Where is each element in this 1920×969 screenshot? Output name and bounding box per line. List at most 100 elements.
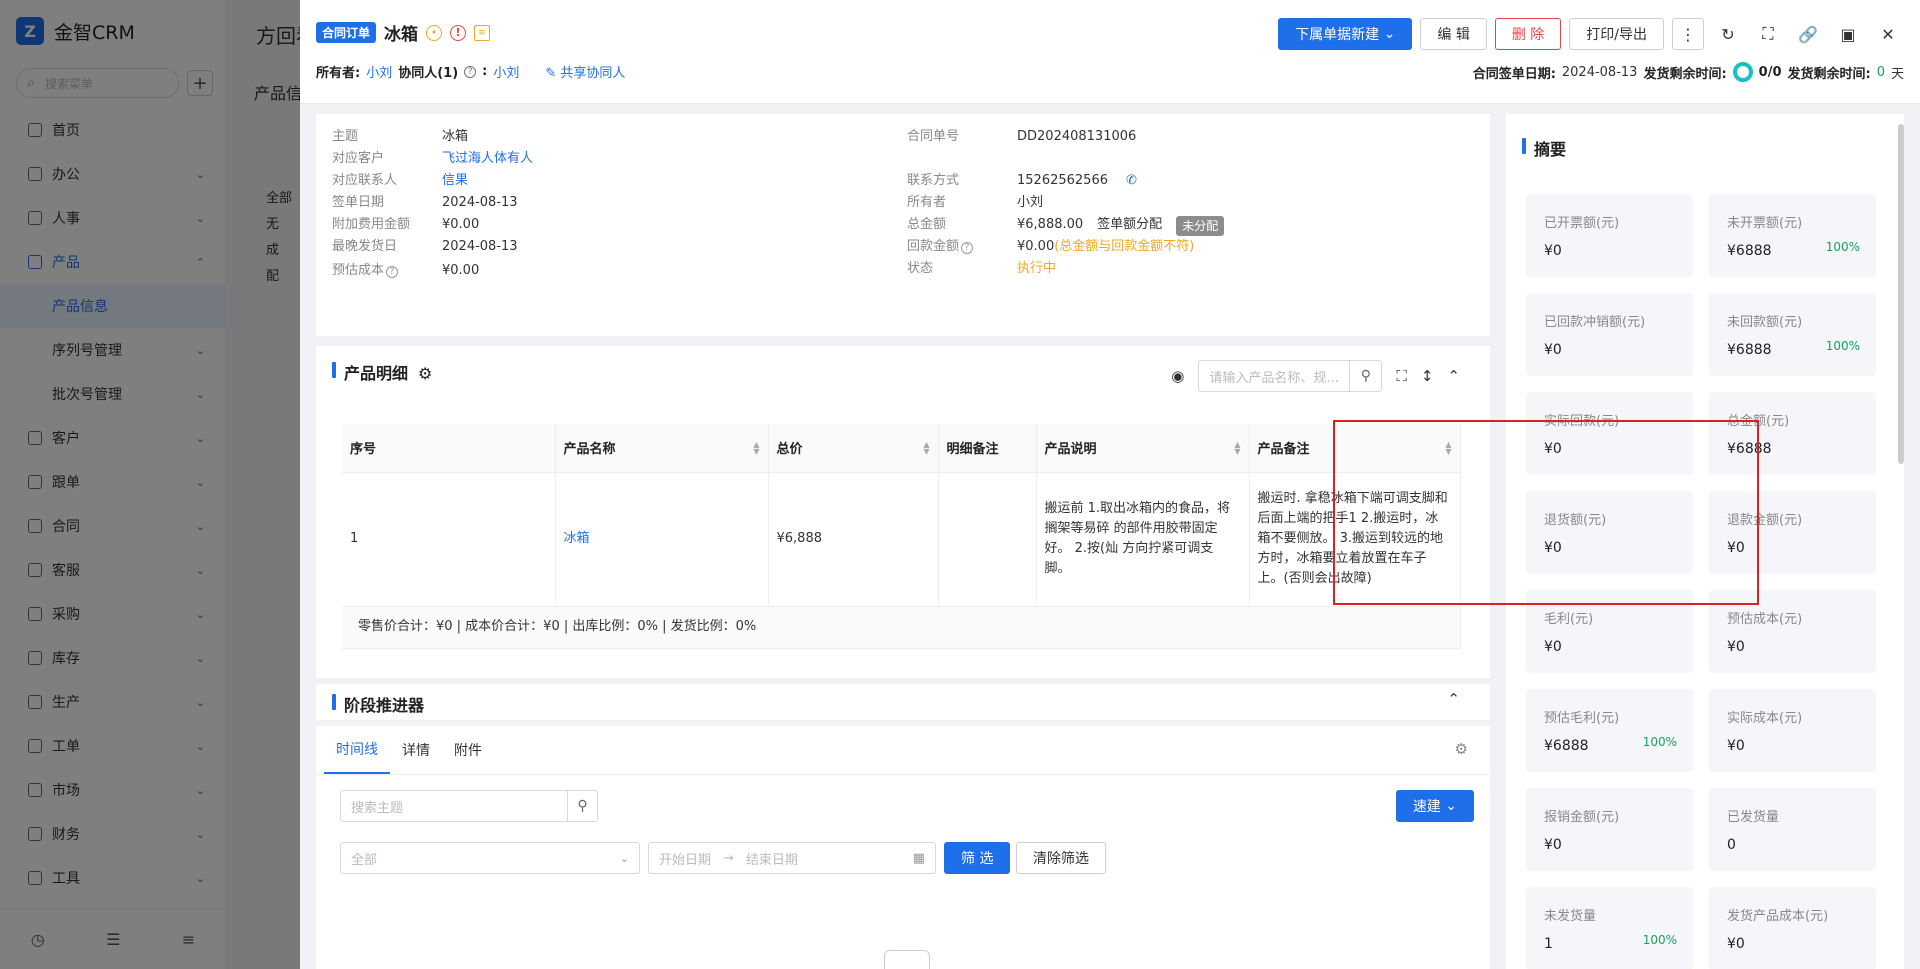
filter-button[interactable]: 筛 选: [944, 842, 1011, 874]
basic-info-card: 主题 冰箱 对应客户 飞过海人体有人 对应联系人 信果 签单日期 2024-08-13 …: [316, 114, 1490, 336]
column-header: 明细备注: [938, 424, 1037, 473]
sort-icon[interactable]: ▲ ▼: [923, 441, 929, 456]
row-no: 1: [342, 472, 556, 607]
tab-attachments[interactable]: 附件: [442, 726, 494, 774]
row-height-icon[interactable]: ↕: [1421, 367, 1434, 385]
sign-date-value: 2024-08-13: [1561, 64, 1638, 80]
stage-card: 阶段推进器 ⌃: [316, 684, 1490, 720]
scrollbar[interactable]: [1898, 124, 1904, 464]
sort-icon[interactable]: ▲ ▼: [1234, 441, 1240, 456]
summary-item: 毛利(元) ¥0: [1526, 590, 1693, 673]
summary-item: 预估毛利(元) ¥6888 100%: [1526, 689, 1693, 772]
refresh-icon[interactable]: ↻: [1712, 18, 1744, 50]
chevron-down-icon: ⌄: [619, 851, 629, 865]
collapse-up-icon[interactable]: ⌃: [1447, 367, 1460, 385]
row-total: ¥6,888: [768, 472, 939, 607]
link-icon[interactable]: 🔗: [1792, 18, 1824, 50]
tab-details[interactable]: 详情: [390, 726, 442, 774]
clear-filter-button[interactable]: 清除筛选: [1016, 842, 1106, 874]
summary-item: 已回款冲销额(元) ¥0: [1526, 293, 1693, 376]
ship-progress-ring-icon: [1732, 62, 1753, 82]
new-sub-document-button[interactable]: 下属单据新建 ⌄: [1278, 18, 1413, 50]
summary-item: 报销金额(元) ¥0: [1526, 788, 1693, 871]
summary-item: 退货额(元) ¥0: [1526, 491, 1693, 574]
collab-link[interactable]: 小刘: [493, 62, 519, 81]
column-header[interactable]: 总价 ▲ ▼: [768, 424, 939, 473]
empty-box-icon: [884, 950, 930, 969]
paid-warning: (总金额与回款金额不符): [1054, 239, 1195, 254]
column-header: 序号: [342, 424, 556, 473]
alloc-label: 签单额分配: [1097, 217, 1163, 232]
type-select[interactable]: 全部 ⌄: [340, 842, 640, 874]
owner-link[interactable]: 小刘: [366, 62, 392, 81]
collab-label: 协同人(1): [398, 66, 459, 81]
product-table: 序号 产品名称 ▲ ▼ 总价 ▲ ▼ 明细备注 产品说明 ▲ ▼ 产品备注 ▲ ▼ 1 冰箱 ¥…: [342, 424, 1461, 649]
page-title: 冰箱: [384, 25, 419, 45]
help-icon[interactable]: ?: [961, 242, 974, 254]
edit-button[interactable]: 编 辑: [1420, 18, 1487, 50]
dock-icon[interactable]: ▣: [1832, 18, 1864, 50]
flag-icon[interactable]: •: [426, 24, 443, 41]
contract-no: DD202408131006: [1017, 129, 1137, 144]
summary-item: 未开票额(元) ¥6888 100%: [1709, 194, 1876, 277]
search-icon[interactable]: ⚲: [567, 791, 597, 821]
contact-link[interactable]: 信果: [442, 172, 468, 190]
sort-icon[interactable]: ▲ ▼: [753, 441, 759, 456]
total-amount: ¥6,888.00: [1017, 217, 1084, 232]
tab-timeline[interactable]: 时间线: [324, 726, 390, 774]
summary-item: 总金额(元) ¥6888: [1709, 392, 1876, 475]
sign-date: 2024-08-13: [442, 195, 518, 210]
gear-icon[interactable]: ⚙: [418, 364, 432, 383]
status-badge[interactable]: 未分配: [1176, 216, 1225, 236]
search-icon[interactable]: ⚲: [1349, 361, 1381, 391]
arrow-right-icon: →: [723, 850, 734, 866]
ship-progress: 0/0: [1758, 64, 1782, 80]
table-summary-row: 零售价合计：¥0 | 成本价合计：¥0 | 出库比例：0% | 发货比例：0%: [342, 606, 1461, 649]
product-search-input[interactable]: 请输入产品名称、规... ⚲: [1198, 360, 1383, 392]
customer-link[interactable]: 飞过海人体有人: [442, 150, 533, 168]
print-export-button[interactable]: 打印/导出: [1569, 18, 1664, 50]
delete-button[interactable]: 删 除: [1494, 18, 1562, 50]
summary-item: 未发货量 1 100%: [1526, 887, 1693, 969]
column-header[interactable]: 产品备注 ▲ ▼: [1249, 424, 1461, 473]
fullscreen-icon[interactable]: ⛶: [1752, 18, 1784, 50]
gear-icon[interactable]: ⚙: [1455, 740, 1468, 758]
phone-icon[interactable]: ✆: [1126, 172, 1137, 190]
summary-item: 实际回款(元) ¥0: [1526, 392, 1693, 475]
close-icon[interactable]: ✕: [1872, 18, 1904, 50]
section-title: 摘要: [1522, 136, 1566, 160]
more-icon[interactable]: ⋮: [1672, 18, 1704, 50]
product-name-link[interactable]: 冰箱: [555, 472, 769, 607]
latest-ship-date: 2024-08-13: [442, 239, 518, 254]
owner-label: 所有者:: [316, 66, 361, 81]
money-icon[interactable]: ◉: [1171, 367, 1184, 385]
order-detail-drawer: 合同订单 冰箱 • ! ≡ 所有者: 小刘 协同人(1) ? : 小刘 ✎ 共享…: [300, 0, 1920, 969]
ship-remain-unit: 天: [1890, 66, 1904, 82]
column-header[interactable]: 产品名称 ▲ ▼: [555, 424, 769, 473]
summary-item: 未回款额(元) ¥6888 100%: [1709, 293, 1876, 376]
quick-create-button[interactable]: 速建 ⌄: [1395, 790, 1474, 822]
summary-text: 零售价合计：¥0 | 成本价合计：¥0 | 出库比例：0% | 发货比例：0%: [342, 606, 1461, 649]
help-icon[interactable]: ?: [464, 65, 477, 78]
date-range-picker[interactable]: 开始日期 → 结束日期 ▦: [648, 842, 936, 874]
sort-icon[interactable]: ▲ ▼: [1445, 441, 1451, 456]
timeline-search-input[interactable]: 搜索主题 ⚲: [340, 790, 598, 822]
chevron-down-icon: ⌄: [1445, 798, 1457, 814]
extra-fee: ¥0.00: [442, 217, 480, 232]
help-icon[interactable]: ?: [386, 266, 399, 278]
summary-item: 实际成本(元) ¥0: [1709, 689, 1876, 772]
summary-card: 摘要 已开票额(元) ¥0 未开票额(元) ¥6888 100% 已回款冲销额(元) ¥…: [1506, 114, 1904, 969]
status-value: 执行中: [1017, 261, 1057, 276]
timeline-card: 时间线 详情 附件 ⚙ 搜索主题 ⚲ 速建 ⌄ 全部 ⌄ 开始日期 → 结束日期 …: [316, 726, 1490, 969]
document-icon[interactable]: ≡: [474, 24, 491, 41]
summary-grid: 已开票额(元) ¥0 未开票额(元) ¥6888 100% 已回款冲销额(元) ¥0 未…: [1526, 194, 1888, 969]
est-cost: ¥0.00: [442, 263, 480, 278]
column-header[interactable]: 产品说明 ▲ ▼: [1036, 424, 1250, 473]
fullscreen-icon[interactable]: ⛶: [1396, 367, 1407, 385]
alert-icon[interactable]: !: [450, 24, 467, 41]
row-note: 搬运时. 拿稳冰箱下端可调支脚和后面上端的把手1 2.搬运时，冰箱不要侧放。 3…: [1249, 472, 1461, 607]
share-collaborator-link[interactable]: ✎ 共享协同人: [545, 62, 625, 81]
drawer-body: 主题 冰箱 对应客户 飞过海人体有人 对应联系人 信果 签单日期 2024-08-13 …: [300, 104, 1920, 969]
product-detail-card: 产品明细 ⚙ ◉ 请输入产品名称、规... ⚲ ⛶ ↕ ⌃ 序号 产品名称 ▲ ▼ 总…: [316, 346, 1490, 678]
collapse-up-icon[interactable]: ⌃: [1447, 690, 1460, 708]
